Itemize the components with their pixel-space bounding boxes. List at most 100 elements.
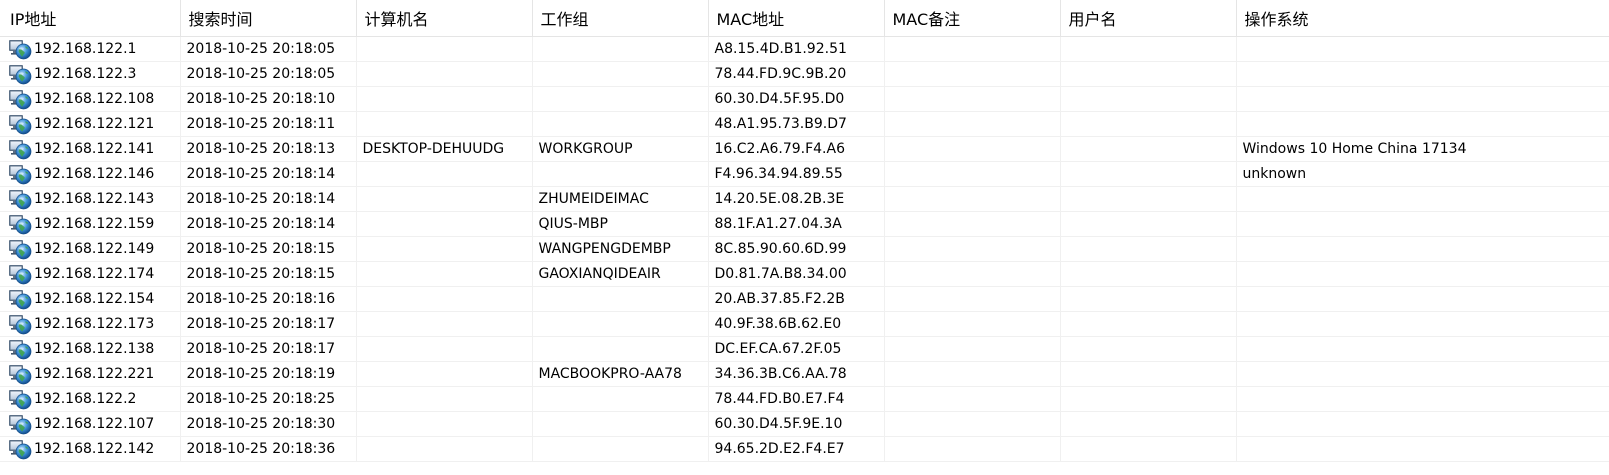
cell-mac-note xyxy=(884,286,1061,312)
cell-mac-note xyxy=(884,86,1061,112)
cell-search-time: 2018-10-25 20:18:14 xyxy=(180,161,357,187)
cell-mac-note xyxy=(884,236,1061,262)
cell-computer-name xyxy=(356,186,533,212)
cell-ip-address: 192.168.122.141 xyxy=(0,136,181,162)
cell-computer-name xyxy=(356,286,533,312)
cell-username xyxy=(1060,261,1237,287)
networked-computer-globe-icon xyxy=(8,312,32,336)
cell-mac-address: 78.44.FD.B0.E7.F4 xyxy=(708,386,885,412)
table-row[interactable]: 192.168.122.2 2018-10-25 20:18:25 78.44.FD… xyxy=(0,386,1609,412)
cell-computer-name xyxy=(356,336,533,362)
column-header-computer-name[interactable]: 计算机名 xyxy=(356,0,533,37)
cell-ip-address: 192.168.122.142 xyxy=(0,436,181,462)
cell-workgroup xyxy=(532,411,709,437)
networked-computer-globe-icon xyxy=(8,437,32,461)
cell-username xyxy=(1060,336,1237,362)
cell-workgroup: WANGPENGDEMBP xyxy=(532,236,709,262)
table-row[interactable]: 192.168.122.138 2018-10-25 20:18:17 DC.EF.… xyxy=(0,336,1609,362)
ip-address-text: 192.168.122.3 xyxy=(34,66,137,82)
ip-cell-content: 192.168.122.221 xyxy=(8,362,179,386)
cell-operating-system xyxy=(1236,361,1609,387)
cell-mac-address: 20.AB.37.85.F2.2B xyxy=(708,286,885,312)
networked-computer-globe-icon xyxy=(8,162,32,186)
cell-mac-note xyxy=(884,411,1061,437)
cell-operating-system xyxy=(1236,436,1609,462)
ip-address-text: 192.168.122.1 xyxy=(34,41,137,57)
column-header-operating-system[interactable]: 操作系统 xyxy=(1236,0,1609,37)
cell-mac-note xyxy=(884,261,1061,287)
ip-address-text: 192.168.122.142 xyxy=(34,441,155,457)
networked-computer-globe-icon xyxy=(8,412,32,436)
cell-workgroup: MACBOOKPRO-AA78 xyxy=(532,361,709,387)
cell-search-time: 2018-10-25 20:18:16 xyxy=(180,286,357,312)
cell-username xyxy=(1060,86,1237,112)
cell-mac-note xyxy=(884,36,1061,62)
cell-ip-address: 192.168.122.3 xyxy=(0,61,181,87)
table-body: 192.168.122.1 2018-10-25 20:18:05 A8.15.4D… xyxy=(0,36,1609,462)
cell-mac-note xyxy=(884,211,1061,237)
table-row[interactable]: 192.168.122.174 2018-10-25 20:18:15 GAOXIA… xyxy=(0,261,1609,287)
cell-mac-address: F4.96.34.94.89.55 xyxy=(708,161,885,187)
cell-ip-address: 192.168.122.149 xyxy=(0,236,181,262)
cell-operating-system xyxy=(1236,111,1609,137)
cell-mac-note xyxy=(884,361,1061,387)
cell-operating-system xyxy=(1236,336,1609,362)
column-header-workgroup[interactable]: 工作组 xyxy=(532,0,709,37)
cell-search-time: 2018-10-25 20:18:25 xyxy=(180,386,357,412)
ip-cell-content: 192.168.122.154 xyxy=(8,287,179,311)
cell-workgroup xyxy=(532,86,709,112)
networked-computer-globe-icon xyxy=(8,62,32,86)
table-row[interactable]: 192.168.122.108 2018-10-25 20:18:10 60.30.… xyxy=(0,86,1609,112)
cell-mac-note xyxy=(884,111,1061,137)
ip-cell-content: 192.168.122.2 xyxy=(8,387,179,411)
cell-mac-address: 88.1F.A1.27.04.3A xyxy=(708,211,885,237)
table-row[interactable]: 192.168.122.149 2018-10-25 20:18:15 WANGPE… xyxy=(0,236,1609,262)
cell-workgroup: GAOXIANQIDEAIR xyxy=(532,261,709,287)
cell-search-time: 2018-10-25 20:18:15 xyxy=(180,261,357,287)
cell-workgroup: WORKGROUP xyxy=(532,136,709,162)
table-row[interactable]: 192.168.122.159 2018-10-25 20:18:14 QIUS-M… xyxy=(0,211,1609,237)
column-header-ip-address[interactable]: IP地址 xyxy=(0,0,181,37)
networked-computer-globe-icon xyxy=(8,87,32,111)
column-header-search-time[interactable]: 搜索时间 xyxy=(180,0,357,37)
table-row[interactable]: 192.168.122.142 2018-10-25 20:18:36 94.65.… xyxy=(0,436,1609,462)
cell-username xyxy=(1060,386,1237,412)
cell-workgroup xyxy=(532,61,709,87)
networked-computer-globe-icon xyxy=(8,287,32,311)
table-row[interactable]: 192.168.122.107 2018-10-25 20:18:30 60.30.… xyxy=(0,411,1609,437)
column-header-mac-note[interactable]: MAC备注 xyxy=(884,0,1061,37)
ip-cell-content: 192.168.122.1 xyxy=(8,37,179,61)
table-row[interactable]: 192.168.122.121 2018-10-25 20:18:11 48.A1.… xyxy=(0,111,1609,137)
ip-address-text: 192.168.122.174 xyxy=(34,266,155,282)
cell-search-time: 2018-10-25 20:18:13 xyxy=(180,136,357,162)
cell-operating-system xyxy=(1236,311,1609,337)
cell-computer-name xyxy=(356,236,533,262)
table-row[interactable]: 192.168.122.221 2018-10-25 20:18:19 MACBOO… xyxy=(0,361,1609,387)
table-row[interactable]: 192.168.122.141 2018-10-25 20:18:13 DESKTO… xyxy=(0,136,1609,162)
table-row[interactable]: 192.168.122.3 2018-10-25 20:18:05 78.44.FD… xyxy=(0,61,1609,87)
column-header-username[interactable]: 用户名 xyxy=(1060,0,1237,37)
ip-cell-content: 192.168.122.174 xyxy=(8,262,179,286)
cell-mac-note xyxy=(884,61,1061,87)
column-header-mac-address[interactable]: MAC地址 xyxy=(708,0,885,37)
ip-address-text: 192.168.122.173 xyxy=(34,316,155,332)
host-list-view[interactable]: IP地址 搜索时间 计算机名 工作组 MAC地址 MAC备注 用户名 操作系统 … xyxy=(0,0,1609,475)
table-row[interactable]: 192.168.122.173 2018-10-25 20:18:17 40.9F.… xyxy=(0,311,1609,337)
table-row[interactable]: 192.168.122.143 2018-10-25 20:18:14 ZHUMEI… xyxy=(0,186,1609,212)
cell-search-time: 2018-10-25 20:18:17 xyxy=(180,311,357,337)
cell-username xyxy=(1060,211,1237,237)
table-row[interactable]: 192.168.122.1 2018-10-25 20:18:05 A8.15.4D… xyxy=(0,36,1609,62)
ip-address-text: 192.168.122.154 xyxy=(34,291,155,307)
table-row[interactable]: 192.168.122.146 2018-10-25 20:18:14 F4.96.… xyxy=(0,161,1609,187)
table-row[interactable]: 192.168.122.154 2018-10-25 20:18:16 20.AB.… xyxy=(0,286,1609,312)
networked-computer-globe-icon xyxy=(8,237,32,261)
networked-computer-globe-icon xyxy=(8,112,32,136)
cell-mac-note xyxy=(884,186,1061,212)
cell-computer-name xyxy=(356,311,533,337)
cell-computer-name xyxy=(356,111,533,137)
cell-computer-name xyxy=(356,261,533,287)
cell-computer-name xyxy=(356,36,533,62)
cell-username xyxy=(1060,236,1237,262)
cell-username xyxy=(1060,436,1237,462)
cell-username xyxy=(1060,286,1237,312)
